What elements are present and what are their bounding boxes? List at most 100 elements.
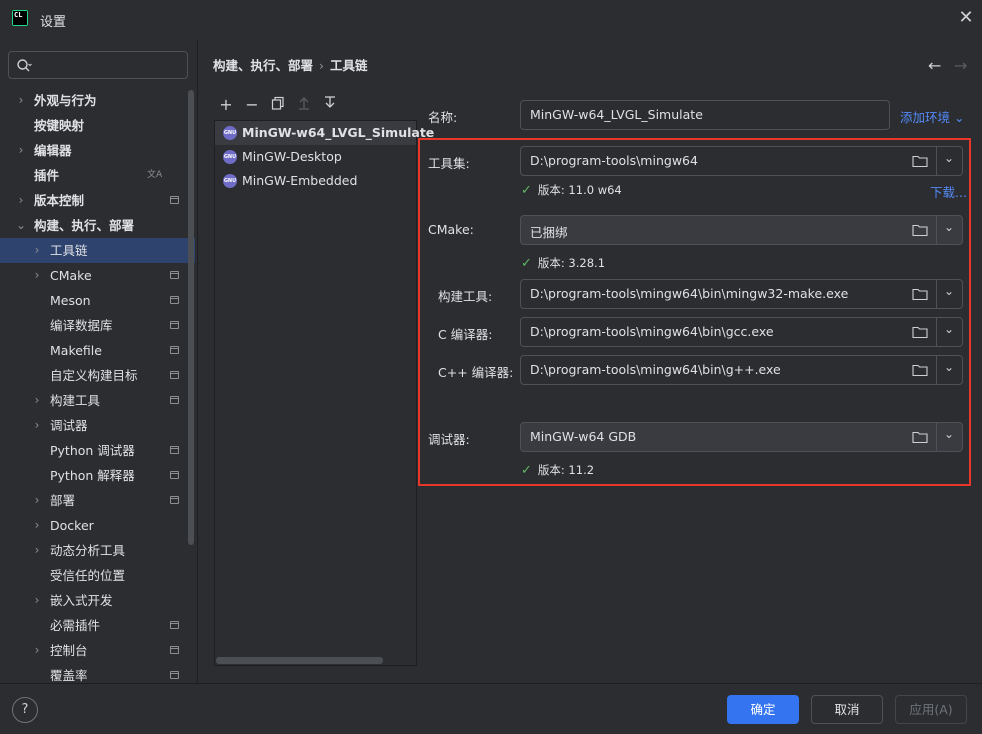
toolset-field[interactable]: D:\program-tools\mingw64 ⌄	[520, 146, 963, 176]
search-input[interactable]	[37, 55, 182, 75]
add-environment-link[interactable]: 添加环境 ⌄	[900, 107, 964, 126]
toolchain-list-scrollbar[interactable]	[216, 657, 383, 664]
chevron-right-icon[interactable]: ›	[31, 238, 43, 263]
chevron-down-icon[interactable]: ⌄	[936, 220, 962, 234]
move-up-icon	[294, 95, 314, 115]
chevron-right-icon[interactable]: ›	[31, 263, 43, 288]
folder-icon[interactable]	[912, 430, 928, 444]
apply-button: 应用(A)	[895, 695, 967, 724]
cancel-button[interactable]: 取消	[811, 695, 883, 724]
sidebar-item[interactable]: 受信任的位置	[0, 563, 195, 588]
chevron-right-icon[interactable]: ›	[31, 638, 43, 663]
chevron-down-icon[interactable]: ⌄	[936, 284, 962, 298]
sidebar-item[interactable]: 编译数据库	[0, 313, 195, 338]
search-icon	[17, 59, 32, 72]
sidebar-item[interactable]: › 工具链	[0, 238, 195, 263]
toolchain-item[interactable]: GNU MinGW-Desktop	[215, 145, 416, 169]
name-value: MinGW-w64_LVGL_Simulate	[530, 107, 703, 122]
sidebar-item-label: Makefile	[50, 343, 102, 358]
toolchain-item[interactable]: GNU MinGW-Embedded	[215, 169, 416, 193]
sidebar-item-label: CMake	[50, 268, 92, 283]
help-button[interactable]: ?	[12, 697, 38, 723]
add-icon[interactable]: +	[216, 95, 236, 115]
chevron-right-icon[interactable]: ›	[31, 388, 43, 413]
sidebar-item[interactable]: › Docker	[0, 513, 195, 538]
sidebar-item-label: 外观与行为	[34, 93, 97, 108]
gnu-icon: GNU	[223, 174, 237, 188]
gnu-icon: GNU	[223, 150, 237, 164]
chevron-right-icon[interactable]: ›	[31, 538, 43, 563]
chevron-right-icon[interactable]: ›	[31, 488, 43, 513]
sidebar-item[interactable]: › 部署	[0, 488, 195, 513]
cpp-compiler-value: D:\program-tools\mingw64\bin\g++.exe	[530, 362, 781, 377]
chevron-right-icon[interactable]: ›	[31, 513, 43, 538]
sidebar-item[interactable]: › 外观与行为	[0, 88, 195, 113]
sidebar-item[interactable]: Meson	[0, 288, 195, 313]
sidebar-item[interactable]: 必需插件	[0, 613, 195, 638]
folder-icon[interactable]	[912, 154, 928, 168]
sidebar-item[interactable]: Makefile	[0, 338, 195, 363]
chevron-right-icon[interactable]: ›	[31, 413, 43, 438]
sidebar-item[interactable]: › 编辑器	[0, 138, 195, 163]
sidebar-item-label: 覆盖率	[50, 668, 88, 683]
copy-icon[interactable]	[268, 95, 288, 115]
sidebar-item[interactable]: 覆盖率	[0, 663, 195, 688]
c-compiler-field[interactable]: D:\program-tools\mingw64\bin\gcc.exe ⌄	[520, 317, 963, 347]
folder-icon[interactable]	[912, 223, 928, 237]
name-field[interactable]: MinGW-w64_LVGL_Simulate	[520, 100, 890, 130]
chevron-right-icon[interactable]: ›	[15, 138, 27, 163]
folder-icon[interactable]	[912, 325, 928, 339]
sidebar-scrollbar[interactable]	[188, 90, 194, 545]
sidebar-item[interactable]: 按键映射	[0, 113, 195, 138]
project-scope-icon	[170, 471, 179, 479]
move-down-icon[interactable]	[320, 95, 340, 115]
download-link[interactable]: 下载...	[930, 182, 967, 201]
sidebar-item-label: 构建工具	[50, 393, 101, 408]
project-scope-icon	[170, 621, 179, 629]
sidebar-item[interactable]: › 调试器	[0, 413, 195, 438]
folder-icon[interactable]	[912, 363, 928, 377]
cpp-compiler-field[interactable]: D:\program-tools\mingw64\bin\g++.exe ⌄	[520, 355, 963, 385]
title-bar: CL 设置 ✕	[0, 0, 982, 40]
breadcrumb-parent[interactable]: 构建、执行、部署	[213, 58, 313, 73]
sidebar-item[interactable]: › 构建工具	[0, 388, 195, 413]
debugger-version: ✓ 版本: 11.2	[521, 463, 595, 478]
sidebar-item-label: 版本控制	[34, 193, 85, 208]
toolchain-label: MinGW-Desktop	[242, 149, 342, 164]
toolset-version: ✓ 版本: 11.0 w64	[521, 183, 622, 198]
project-scope-icon	[170, 196, 179, 204]
sidebar-item[interactable]: 自定义构建目标	[0, 363, 195, 388]
chevron-right-icon[interactable]: ›	[15, 88, 27, 113]
sidebar-item[interactable]: 插件 文A	[0, 163, 195, 188]
sidebar-item[interactable]: ⌄ 构建、执行、部署	[0, 213, 195, 238]
sidebar-item[interactable]: › 版本控制	[0, 188, 195, 213]
cmake-field[interactable]: 已捆绑 ⌄	[520, 215, 963, 245]
chevron-right-icon[interactable]: ›	[15, 188, 27, 213]
ok-button[interactable]: 确定	[727, 695, 799, 724]
build-tool-field[interactable]: D:\program-tools\mingw64\bin\mingw32-mak…	[520, 279, 963, 309]
name-label: 名称:	[428, 110, 458, 125]
sidebar-item[interactable]: Python 解释器	[0, 463, 195, 488]
sidebar-item[interactable]: › 动态分析工具	[0, 538, 195, 563]
sidebar-item[interactable]: › CMake	[0, 263, 195, 288]
window-title: 设置	[40, 15, 67, 30]
sidebar-item-label: Meson	[50, 293, 91, 308]
remove-icon[interactable]: −	[242, 95, 262, 115]
chevron-down-icon[interactable]: ⌄	[936, 151, 962, 165]
chevron-down-icon[interactable]: ⌄	[936, 427, 962, 441]
folder-icon[interactable]	[912, 287, 928, 301]
chevron-right-icon[interactable]: ›	[31, 588, 43, 613]
cmake-value: 已捆绑	[530, 225, 568, 240]
back-arrow-icon[interactable]: ←	[928, 56, 941, 75]
toolchain-item[interactable]: GNU MinGW-w64_LVGL_Simulate	[215, 121, 434, 145]
sidebar-item[interactable]: › 嵌入式开发	[0, 588, 195, 613]
chevron-down-icon[interactable]: ⌄	[15, 213, 27, 238]
sidebar-item[interactable]: Python 调试器	[0, 438, 195, 463]
chevron-down-icon[interactable]: ⌄	[936, 322, 962, 336]
chevron-down-icon[interactable]: ⌄	[936, 360, 962, 374]
debugger-field[interactable]: MinGW-w64 GDB ⌄	[520, 422, 963, 452]
cmake-version: ✓ 版本: 3.28.1	[521, 256, 606, 271]
settings-search[interactable]	[8, 51, 188, 79]
close-icon[interactable]: ✕	[956, 8, 976, 28]
sidebar-item[interactable]: › 控制台	[0, 638, 195, 663]
